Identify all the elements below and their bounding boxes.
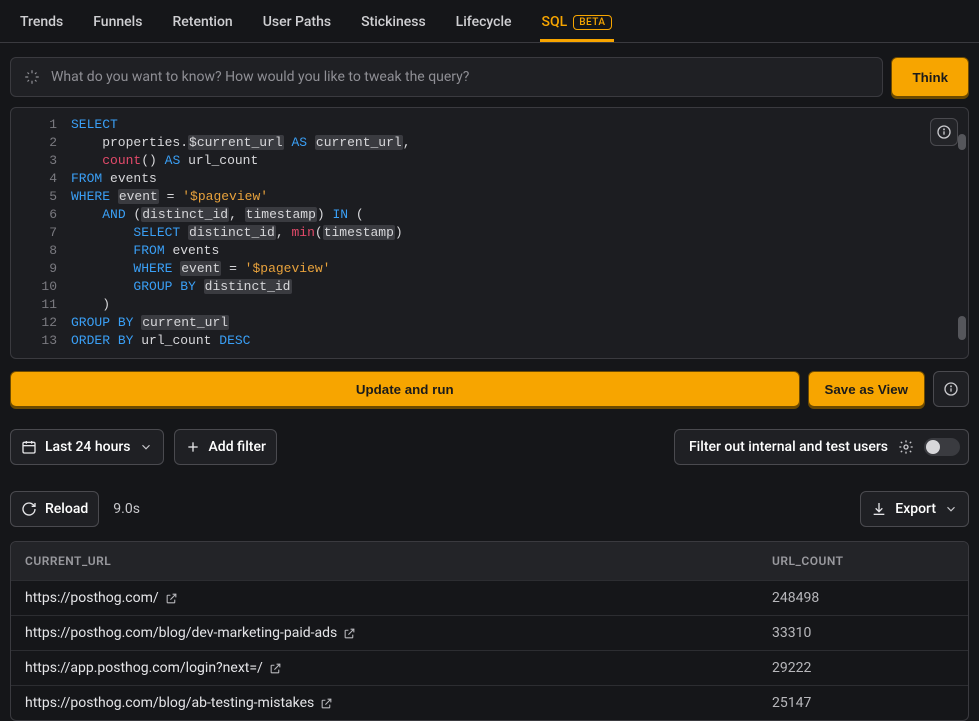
external-link-icon[interactable]: [320, 697, 333, 710]
tab-stickiness[interactable]: Stickiness: [359, 0, 428, 42]
time-range-label: Last 24 hours: [45, 439, 131, 455]
nl-query-placeholder: What do you want to know? How would you …: [51, 69, 469, 85]
tab-user-paths[interactable]: User Paths: [261, 0, 333, 42]
reload-label: Reload: [45, 501, 88, 517]
tab-retention[interactable]: Retention: [170, 0, 234, 42]
reload-icon: [21, 501, 37, 517]
external-link-icon[interactable]: [343, 627, 356, 640]
editor-scrollbar[interactable]: [958, 316, 966, 340]
query-timing: 9.0s: [113, 501, 140, 517]
cell-count: 33310: [758, 616, 968, 650]
editor-scrollbar[interactable]: [958, 134, 966, 150]
tab-trends[interactable]: Trends: [18, 0, 65, 42]
cell-count: 25147: [758, 686, 968, 720]
cell-count: 248498: [758, 581, 968, 615]
column-header-url[interactable]: CURRENT_URL: [11, 542, 758, 580]
results-table: CURRENT_URL URL_COUNT https://posthog.co…: [10, 541, 969, 721]
beta-badge: BETA: [573, 15, 611, 30]
filter-internal-users: Filter out internal and test users: [674, 429, 969, 465]
save-as-view-button[interactable]: Save as View: [808, 371, 926, 407]
table-row: https://posthog.com/blog/dev-marketing-p…: [11, 615, 968, 650]
tab-lifecycle[interactable]: Lifecycle: [454, 0, 514, 42]
reload-button[interactable]: Reload: [10, 491, 99, 527]
add-filter-label: Add filter: [209, 439, 266, 455]
column-header-count[interactable]: URL_COUNT: [758, 542, 968, 580]
cell-url[interactable]: https://posthog.com/blog/ab-testing-mist…: [11, 686, 758, 720]
filter-internal-toggle[interactable]: [924, 438, 960, 456]
export-label: Export: [895, 501, 936, 517]
query-info-button[interactable]: [933, 371, 969, 407]
cell-url[interactable]: https://posthog.com/blog/dev-marketing-p…: [11, 616, 758, 650]
sparkle-icon: [23, 68, 41, 86]
export-button[interactable]: Export: [860, 491, 969, 527]
download-icon: [871, 501, 887, 517]
cell-url[interactable]: https://posthog.com/: [11, 581, 758, 615]
chevron-down-icon: [139, 440, 153, 454]
time-range-picker[interactable]: Last 24 hours: [10, 429, 164, 465]
editor-info-button[interactable]: [930, 118, 958, 146]
table-row: https://app.posthog.com/login?next=/2922…: [11, 650, 968, 685]
cell-count: 29222: [758, 651, 968, 685]
tab-sql[interactable]: SQLBETA: [540, 0, 614, 42]
filter-internal-label: Filter out internal and test users: [689, 439, 888, 455]
plus-icon: [185, 439, 201, 455]
add-filter-button[interactable]: Add filter: [174, 429, 277, 465]
chevron-down-icon: [944, 502, 958, 516]
calendar-icon: [21, 439, 37, 455]
nl-query-input[interactable]: What do you want to know? How would you …: [10, 57, 883, 97]
external-link-icon[interactable]: [269, 662, 282, 675]
table-row: https://posthog.com/blog/ab-testing-mist…: [11, 685, 968, 720]
gear-icon[interactable]: [898, 439, 914, 455]
insight-tabs: Trends Funnels Retention User Paths Stickine…: [0, 0, 979, 43]
tab-funnels[interactable]: Funnels: [91, 0, 144, 42]
update-and-run-button[interactable]: Update and run: [10, 371, 800, 407]
external-link-icon[interactable]: [165, 592, 178, 605]
table-row: https://posthog.com/248498: [11, 580, 968, 615]
think-button[interactable]: Think: [891, 57, 969, 97]
cell-url[interactable]: https://app.posthog.com/login?next=/: [11, 651, 758, 685]
sql-editor[interactable]: 12345678910111213 SELECT properties.$cur…: [10, 107, 969, 359]
